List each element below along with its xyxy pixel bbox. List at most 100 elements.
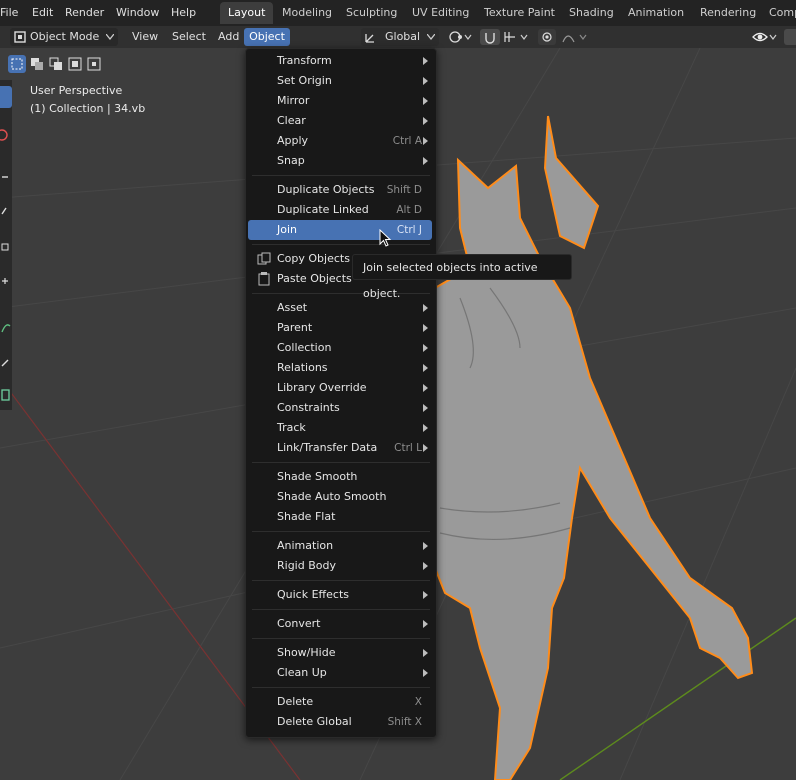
annotate-tool-icon[interactable] xyxy=(0,316,12,338)
submenu-arrow-icon xyxy=(423,649,428,657)
menu-item-track[interactable]: Track xyxy=(248,418,432,438)
submenu-arrow-icon xyxy=(423,97,428,105)
move-tool-icon[interactable] xyxy=(0,166,12,188)
menu-item-animation[interactable]: Animation xyxy=(248,536,432,556)
menu-item-apply[interactable]: Apply Ctrl A xyxy=(248,131,432,151)
menu-separator xyxy=(252,580,430,581)
menu-item-shade-auto-smooth[interactable]: Shade Auto Smooth xyxy=(248,487,432,507)
chevron-down-icon xyxy=(427,34,435,40)
menu-item-mirror[interactable]: Mirror xyxy=(248,91,432,111)
menu-item-clear[interactable]: Clear xyxy=(248,111,432,131)
measure-tool-icon[interactable] xyxy=(0,350,12,372)
cursor-tool-icon[interactable] xyxy=(0,124,12,146)
copy-icon xyxy=(257,252,271,265)
orientation-icon xyxy=(365,34,374,43)
menu-separator xyxy=(252,244,430,245)
menu-item-collection[interactable]: Collection xyxy=(248,338,432,358)
menu-item-snap[interactable]: Snap xyxy=(248,151,432,171)
menu-item-set-origin[interactable]: Set Origin xyxy=(248,71,432,91)
menu-item-show-hide[interactable]: Show/Hide xyxy=(248,643,432,663)
submenu-arrow-icon xyxy=(423,424,428,432)
object-menu: Transform Set Origin Mirror Clear Apply C… xyxy=(245,48,437,738)
paste-icon xyxy=(258,272,270,286)
view-menu[interactable]: View xyxy=(132,28,158,46)
tab-shading[interactable]: Shading xyxy=(561,2,622,24)
pivot-point-icon[interactable] xyxy=(448,30,472,44)
menu-item-parent[interactable]: Parent xyxy=(248,318,432,338)
submenu-arrow-icon xyxy=(423,364,428,372)
submenu-arrow-icon xyxy=(423,324,428,332)
menu-item-shade-flat[interactable]: Shade Flat xyxy=(248,507,432,527)
menu-item-delete[interactable]: Delete X xyxy=(248,692,432,712)
tab-uv-editing[interactable]: UV Editing xyxy=(404,2,477,24)
menu-window[interactable]: Window xyxy=(116,4,159,22)
tab-layout[interactable]: Layout xyxy=(220,2,274,24)
object-menu-button[interactable]: Object xyxy=(244,28,290,46)
menu-item-convert[interactable]: Convert xyxy=(248,614,432,634)
falloff-icon[interactable] xyxy=(562,30,590,44)
add-cube-tool-icon[interactable] xyxy=(0,384,12,406)
submenu-arrow-icon xyxy=(423,137,428,145)
viewport-collection-label: (1) Collection | 34.vb xyxy=(30,102,146,115)
select-invert-icon[interactable] xyxy=(66,55,84,73)
menu-separator xyxy=(252,175,430,176)
menu-item-asset[interactable]: Asset xyxy=(248,298,432,318)
menu-render[interactable]: Render xyxy=(65,4,104,22)
menu-separator xyxy=(252,638,430,639)
menu-edit[interactable]: Edit xyxy=(32,4,53,22)
select-new-icon[interactable] xyxy=(8,55,26,73)
select-box-tool-icon[interactable] xyxy=(0,86,12,108)
mode-label: Object Mode xyxy=(30,30,100,43)
menu-item-shade-smooth[interactable]: Shade Smooth xyxy=(248,467,432,487)
menu-item-rigid-body[interactable]: Rigid Body xyxy=(248,556,432,576)
snap-toggle-icon[interactable] xyxy=(480,29,500,45)
submenu-arrow-icon xyxy=(423,57,428,65)
tab-animation[interactable]: Animation xyxy=(620,2,692,24)
snap-target-icon[interactable] xyxy=(503,30,531,44)
mouse-cursor-icon xyxy=(379,229,392,247)
menu-item-duplicate-objects[interactable]: Duplicate Objects Shift D xyxy=(248,180,432,200)
y-axis-line xyxy=(559,617,796,780)
menu-separator xyxy=(252,462,430,463)
tab-rendering[interactable]: Rendering xyxy=(692,2,764,24)
scale-tool-icon[interactable] xyxy=(0,236,12,258)
submenu-arrow-icon xyxy=(423,117,428,125)
menu-separator xyxy=(252,687,430,688)
menu-item-clean-up[interactable]: Clean Up xyxy=(248,663,432,683)
tab-texture-paint[interactable]: Texture Paint xyxy=(476,2,563,24)
menu-item-constraints[interactable]: Constraints xyxy=(248,398,432,418)
submenu-arrow-icon xyxy=(423,669,428,677)
chevron-down-icon xyxy=(106,34,114,40)
menu-item-relations[interactable]: Relations xyxy=(248,358,432,378)
menu-item-link-transfer-data[interactable]: Link/Transfer Data Ctrl L xyxy=(248,438,432,458)
visibility-eye-icon[interactable] xyxy=(752,29,778,45)
menu-file[interactable]: File xyxy=(0,4,18,22)
menu-item-duplicate-linked[interactable]: Duplicate Linked Alt D xyxy=(248,200,432,220)
submenu-arrow-icon xyxy=(423,404,428,412)
menu-separator xyxy=(252,609,430,610)
select-extend-icon[interactable] xyxy=(28,55,46,73)
submenu-arrow-icon xyxy=(423,157,428,165)
menu-help[interactable]: Help xyxy=(171,4,196,22)
add-menu[interactable]: Add xyxy=(218,28,239,46)
select-subtract-icon[interactable] xyxy=(47,55,65,73)
menu-item-delete-global[interactable]: Delete Global Shift X xyxy=(248,712,432,732)
tab-sculpting[interactable]: Sculpting xyxy=(338,2,405,24)
gizmo-toggle-icon[interactable] xyxy=(784,29,796,45)
menu-item-transform[interactable]: Transform xyxy=(248,51,432,71)
menu-item-quick-effects[interactable]: Quick Effects xyxy=(248,585,432,605)
viewport-header: Object Mode View Select Add Object Globa… xyxy=(0,26,796,48)
transform-tool-icon[interactable] xyxy=(0,270,12,292)
submenu-arrow-icon xyxy=(423,542,428,550)
select-intersect-icon[interactable] xyxy=(85,55,103,73)
menu-item-library-override[interactable]: Library Override xyxy=(248,378,432,398)
rotate-tool-icon[interactable] xyxy=(0,200,12,222)
tab-modeling[interactable]: Modeling xyxy=(274,2,340,24)
tab-compositing[interactable]: Comp xyxy=(761,2,796,24)
join-tooltip: Join selected objects into active object… xyxy=(352,254,572,300)
select-menu[interactable]: Select xyxy=(172,28,206,46)
proportional-editing-icon[interactable] xyxy=(538,29,556,45)
mode-dropdown[interactable]: Object Mode xyxy=(10,28,118,46)
transform-orientation-dropdown[interactable]: Global xyxy=(361,28,439,46)
menu-item-join[interactable]: Join Ctrl J xyxy=(248,220,432,240)
